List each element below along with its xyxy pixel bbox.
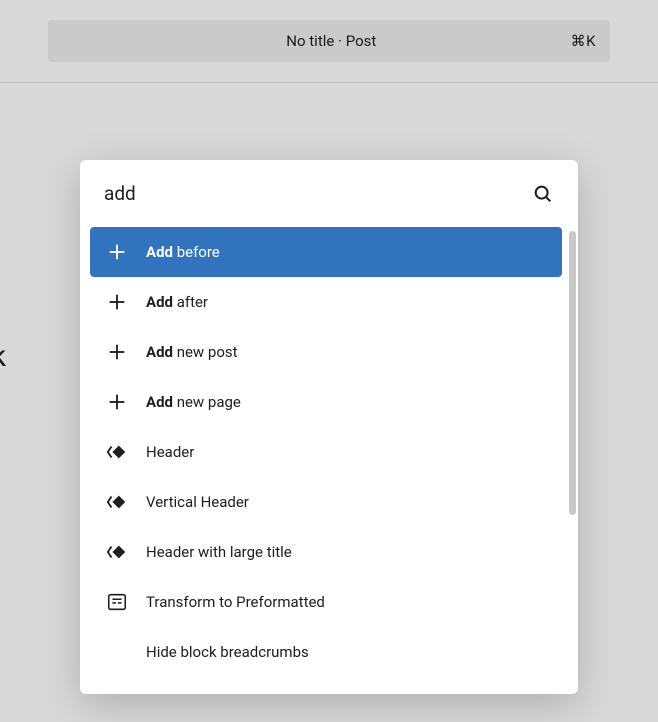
search-input[interactable]: [104, 182, 532, 205]
command-item-label: Add after: [146, 293, 208, 311]
plus-icon: [106, 291, 128, 313]
preformatted-icon: [106, 591, 128, 613]
search-icon: [532, 183, 554, 205]
command-item-label: Add before: [146, 243, 220, 261]
command-item-label: Vertical Header: [146, 493, 249, 511]
command-item[interactable]: Add before: [90, 227, 562, 277]
command-item[interactable]: Add after: [90, 277, 562, 327]
command-item[interactable]: Add new page: [90, 377, 562, 427]
header-icon: [106, 441, 128, 463]
plus-icon: [106, 391, 128, 413]
plus-icon: [106, 241, 128, 263]
command-item-label: Add new page: [146, 393, 241, 411]
command-item[interactable]: Hide block breadcrumbs: [90, 627, 562, 677]
command-item[interactable]: Header with large title: [90, 527, 562, 577]
scrollbar-thumb[interactable]: [569, 231, 576, 515]
header-icon: [106, 491, 128, 513]
header-icon: [106, 541, 128, 563]
command-item-label: Transform to Preformatted: [146, 593, 325, 611]
command-item[interactable]: Transform to Preformatted: [90, 577, 562, 627]
results-container: Add before Add after Add new post Add new p…: [80, 227, 578, 694]
command-item[interactable]: Vertical Header: [90, 477, 562, 527]
search-row: [80, 160, 578, 227]
command-palette: Add before Add after Add new post Add new p…: [80, 160, 578, 694]
command-item[interactable]: Header: [90, 427, 562, 477]
results-list: Add before Add after Add new post Add new p…: [90, 227, 570, 694]
command-item[interactable]: Add new post: [90, 327, 562, 377]
command-item-label: Header: [146, 443, 194, 461]
command-item-label: Header with large title: [146, 543, 292, 561]
command-item-label: Hide block breadcrumbs: [146, 643, 309, 661]
plus-icon: [106, 341, 128, 363]
none-icon: [106, 641, 128, 663]
command-item-label: Add new post: [146, 343, 238, 361]
